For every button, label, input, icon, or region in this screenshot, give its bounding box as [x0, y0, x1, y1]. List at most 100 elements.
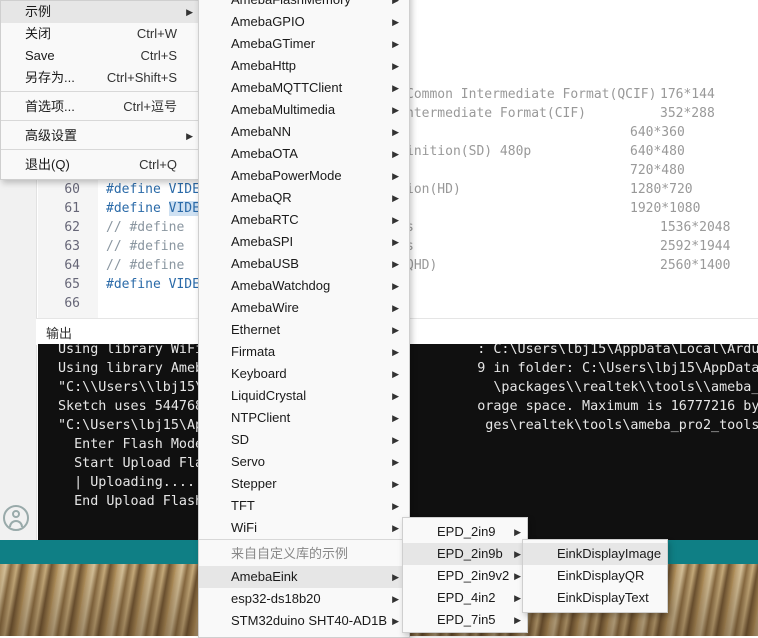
examples-menu-item[interactable]: AmebaQR ▶ — [199, 187, 409, 209]
code-comment-fragment: Common Intermediate Format(QCIF) — [406, 87, 657, 102]
chevron-right-icon: ▶ — [392, 281, 399, 291]
chevron-right-icon: ▶ — [392, 523, 399, 533]
examples-menu-item[interactable]: LiquidCrystal ▶ — [199, 385, 409, 407]
chevron-right-icon: ▶ — [186, 131, 193, 141]
menu-item-label: AmebaGPIO — [231, 14, 305, 29]
menu-separator — [1, 91, 199, 92]
chevron-right-icon: ▶ — [392, 479, 399, 489]
eink-menu-item[interactable]: EPD_2in9v2 ▶ — [403, 565, 527, 587]
examples-menu-item[interactable]: AmebaRTC ▶ — [199, 209, 409, 231]
file-menu-item[interactable]: 另存为... Ctrl+Shift+S — [1, 67, 199, 89]
file-menu-item[interactable]: 退出(Q) Ctrl+Q — [1, 154, 199, 176]
examples-menu-item[interactable]: WiFi ▶ — [199, 517, 409, 539]
resolution-value: 720*480 — [630, 163, 685, 178]
eink-menu-item[interactable]: EPD_4in2 ▶ — [403, 587, 527, 609]
file-menu-item[interactable]: 关闭 Ctrl+W — [1, 23, 199, 45]
chevron-right-icon: ▶ — [392, 83, 399, 93]
examples-menu-item[interactable]: AmebaPowerMode ▶ — [199, 165, 409, 187]
menu-item-label: Save — [25, 48, 55, 63]
menu-item-label: AmebaMultimedia — [231, 102, 336, 117]
chevron-right-icon: ▶ — [392, 149, 399, 159]
examples-menu-item[interactable]: Ethernet ▶ — [199, 319, 409, 341]
example-sketch-item[interactable]: EinkDisplayQR — [523, 565, 667, 587]
example-sketch-item[interactable]: EinkDisplayText — [523, 587, 667, 609]
menu-item-label: EinkDisplayImage — [557, 546, 662, 561]
menu-item-label: EinkDisplayQR — [557, 568, 645, 583]
file-menu-item[interactable]: 首选项... Ctrl+逗号 — [1, 96, 199, 118]
examples-menu-item[interactable]: AmebaGPIO ▶ — [199, 11, 409, 33]
resolution-value: 1280*720 — [630, 182, 693, 197]
examples-menu-item[interactable]: AmebaNN ▶ — [199, 121, 409, 143]
chevron-right-icon: ▶ — [392, 369, 399, 379]
mouse-cursor — [622, 543, 636, 557]
examples-menu-item[interactable]: Keyboard ▶ — [199, 363, 409, 385]
examples-menu-item[interactable]: AmebaFlashMemory ▶ — [199, 0, 409, 11]
example-sketch-item[interactable]: EinkDisplayImage — [523, 543, 667, 565]
menu-item-label: AmebaSPI — [231, 234, 294, 249]
epd-2in9b-submenu: EinkDisplayImage EinkDisplayQR EinkDisplay… — [522, 539, 668, 613]
examples-menu-item[interactable]: STM32duino SHT40-AD1B ▶ — [199, 610, 409, 632]
examples-menu-item[interactable]: SD ▶ — [199, 429, 409, 451]
examples-menu-item[interactable]: AmebaHttp ▶ — [199, 55, 409, 77]
examples-menu-item[interactable]: AmebaMultimedia ▶ — [199, 99, 409, 121]
menu-item-label: TFT — [231, 498, 255, 513]
examples-menu-item[interactable]: AmebaMQTTClient ▶ — [199, 77, 409, 99]
chevron-right-icon: ▶ — [514, 549, 521, 559]
chevron-right-icon: ▶ — [392, 347, 399, 357]
examples-menu-item[interactable]: AmebaWatchdog ▶ — [199, 275, 409, 297]
menu-item-label: EPD_7in5 — [437, 612, 496, 627]
chevron-right-icon: ▶ — [392, 171, 399, 181]
menu-item-label: STM32duino SHT40-AD1B — [231, 613, 388, 628]
menu-item-shortcut: Ctrl+S — [140, 48, 177, 63]
menu-item-label: AmebaFlashMemory — [231, 0, 351, 11]
menu-item-label: LiquidCrystal — [231, 388, 307, 403]
menu-item-label: AmebaGTimer — [231, 36, 316, 51]
examples-menu-item[interactable]: Servo ▶ — [199, 451, 409, 473]
activity-bar — [0, 170, 37, 540]
eink-menu-item[interactable]: EPD_7in5 ▶ — [403, 609, 527, 631]
examples-menu-item[interactable]: AmebaWire ▶ — [199, 297, 409, 319]
code-text: // #define — [106, 220, 185, 235]
examples-menu-item[interactable]: AmebaUSB ▶ — [199, 253, 409, 275]
selected-text: VIDE — [168, 201, 200, 216]
file-menu-item[interactable]: Save Ctrl+S — [1, 45, 199, 67]
chevron-right-icon: ▶ — [514, 615, 521, 625]
menu-item-label: EPD_2in9v2 — [437, 568, 510, 583]
chevron-right-icon: ▶ — [392, 435, 399, 445]
menu-item-label: AmebaNN — [231, 124, 291, 139]
examples-menu-item[interactable]: NTPClient ▶ — [199, 407, 409, 429]
user-circle-icon[interactable] — [3, 505, 29, 531]
console-line: | Uploading..... — [58, 475, 204, 490]
chevron-right-icon: ▶ — [392, 127, 399, 137]
menu-item-label: 退出(Q) — [25, 157, 70, 172]
examples-menu-item[interactable]: Firmata ▶ — [199, 341, 409, 363]
examples-submenu: AmebaFlashMemory▶AmebaGPIO▶AmebaGTimer▶A… — [198, 0, 410, 638]
menu-item-label: SD — [231, 432, 250, 447]
examples-menu-item[interactable]: esp32-ds18b20 ▶ — [199, 588, 409, 610]
chevron-right-icon: ▶ — [392, 413, 399, 423]
file-menu-item[interactable]: 示例 ▶ — [1, 1, 199, 23]
examples-menu-item[interactable]: AmebaSPI ▶ — [199, 231, 409, 253]
eink-menu-item[interactable]: EPD_2in9b ▶ — [403, 543, 527, 565]
examples-menu-item[interactable]: AmebaGTimer ▶ — [199, 33, 409, 55]
resolution-value: 2560*1400 — [660, 258, 731, 273]
menu-item-label: AmebaHttp — [231, 58, 297, 73]
menu-item-label: WiFi — [231, 520, 257, 535]
menu-item-label: AmebaRTC — [231, 212, 299, 227]
menu-item-label: AmebaWatchdog — [231, 278, 331, 293]
examples-menu-item[interactable]: AmebaEink ▶ — [199, 566, 409, 588]
examples-menu-item[interactable]: Stepper ▶ — [199, 473, 409, 495]
chevron-right-icon: ▶ — [514, 527, 521, 537]
menu-item-label: EPD_2in9b — [437, 546, 503, 561]
chevron-right-icon: ▶ — [514, 571, 521, 581]
examples-menu-item[interactable]: AmebaOTA ▶ — [199, 143, 409, 165]
line-number: 64 — [64, 258, 80, 273]
examples-menu-item[interactable]: TFT ▶ — [199, 495, 409, 517]
resolution-value: 352*288 — [660, 106, 715, 121]
menu-item-label: Stepper — [231, 476, 277, 491]
menu-item-label: AmebaQR — [231, 190, 292, 205]
chevron-right-icon: ▶ — [392, 237, 399, 247]
file-menu-item[interactable]: 高级设置 ▶ — [1, 125, 199, 147]
line-number: 66 — [64, 296, 80, 311]
eink-menu-item[interactable]: EPD_2in9 ▶ — [403, 521, 527, 543]
